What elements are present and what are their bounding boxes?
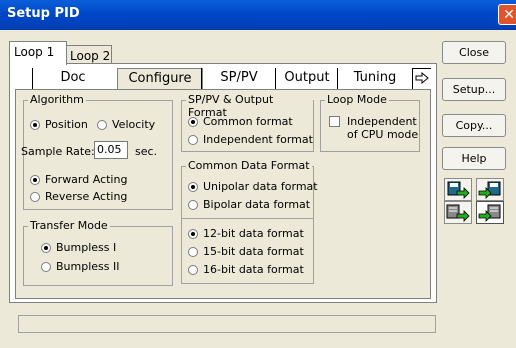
configure-panel: Algorithm Position Velocity Sample Rate:… bbox=[15, 89, 431, 299]
tab-output-label: Output bbox=[284, 70, 330, 85]
load-from-plc-button[interactable] bbox=[476, 201, 504, 224]
transfer-mode-group-title: Transfer Mode bbox=[28, 219, 110, 232]
radio-dot bbox=[188, 247, 198, 257]
tab-sppv-label: SP/PV bbox=[220, 70, 258, 85]
setup-pid-window: Setup PID ✕ Loop 1 Loop 2 Doc Configure … bbox=[0, 0, 516, 348]
algorithm-velocity-radio[interactable]: Velocity bbox=[97, 118, 155, 131]
radio-dot bbox=[30, 175, 40, 185]
common-format-radio[interactable]: Common format bbox=[188, 115, 293, 128]
common-data-format-group: Common Data Format Unipolar data format … bbox=[181, 159, 318, 284]
radio-dot bbox=[188, 135, 198, 145]
right-arrow-icon bbox=[415, 71, 429, 85]
sppv-output-format-group: SP/PV & Output Format Common format Inde… bbox=[181, 93, 314, 152]
algorithm-position-radio[interactable]: Position bbox=[30, 118, 88, 131]
transfer-mode-group: Transfer Mode Bumpless I Bumpless II bbox=[23, 219, 173, 286]
sample-rate-unit: sec. bbox=[135, 145, 158, 158]
tab-loop-1-label: Loop 1 bbox=[14, 45, 55, 59]
bit16-radio[interactable]: 16-bit data format bbox=[188, 263, 304, 276]
window-close-button[interactable]: ✕ bbox=[498, 4, 516, 25]
load-from-disk-icon bbox=[478, 181, 501, 199]
window-title: Setup PID bbox=[7, 6, 80, 21]
tab-configure-label: Configure bbox=[128, 71, 192, 86]
copy-button[interactable]: Copy... bbox=[442, 114, 506, 137]
bumpless-1-radio[interactable]: Bumpless I bbox=[41, 241, 116, 254]
radio-dot bbox=[30, 120, 40, 130]
tab-loop-1[interactable]: Loop 1 bbox=[9, 41, 67, 65]
algorithm-position-label: Position bbox=[45, 118, 88, 131]
tab-loop-2[interactable]: Loop 2 bbox=[66, 45, 112, 65]
help-button[interactable]: Help bbox=[442, 147, 506, 170]
save-to-plc-icon bbox=[446, 204, 470, 222]
algorithm-group: Algorithm Position Velocity Sample Rate:… bbox=[21, 93, 173, 210]
radio-dot bbox=[188, 200, 198, 210]
save-to-disk-button[interactable] bbox=[444, 178, 472, 201]
tab-loop-2-label: Loop 2 bbox=[70, 49, 111, 63]
bit12-radio[interactable]: 12-bit data format bbox=[188, 227, 304, 240]
radio-dot bbox=[97, 120, 107, 130]
independent-cpu-mode-label-2: of CPU mode bbox=[347, 128, 419, 141]
bumpless-2-radio[interactable]: Bumpless II bbox=[41, 260, 120, 273]
tab-tuning-label: Tuning bbox=[353, 70, 397, 85]
independent-cpu-mode-label-1: Independent bbox=[347, 115, 417, 128]
checkbox-box bbox=[329, 116, 340, 127]
bipolar-radio[interactable]: Bipolar data format bbox=[188, 198, 310, 211]
reverse-acting-label: Reverse Acting bbox=[45, 190, 128, 203]
common-data-format-title: Common Data Format bbox=[186, 159, 312, 172]
bit16-label: 16-bit data format bbox=[203, 263, 304, 276]
sample-rate-label: Sample Rate: bbox=[21, 145, 95, 158]
bumpless-1-label: Bumpless I bbox=[56, 241, 117, 254]
loop-mode-title: Loop Mode bbox=[325, 93, 389, 106]
bit15-radio[interactable]: 15-bit data format bbox=[188, 245, 304, 258]
independent-cpu-mode-checkbox[interactable]: Independent of CPU mode bbox=[329, 115, 419, 145]
save-to-plc-button[interactable] bbox=[444, 201, 472, 224]
unipolar-radio[interactable]: Unipolar data format bbox=[188, 180, 318, 193]
radio-dot bbox=[188, 229, 198, 239]
tab-tuning[interactable]: Tuning bbox=[337, 68, 412, 89]
load-from-plc-icon bbox=[478, 204, 501, 222]
radio-dot bbox=[41, 262, 51, 272]
unipolar-label: Unipolar data format bbox=[203, 180, 318, 193]
setup-button[interactable]: Setup... bbox=[442, 78, 506, 101]
bit15-label: 15-bit data format bbox=[203, 245, 304, 258]
forward-acting-radio[interactable]: Forward Acting bbox=[30, 173, 127, 186]
tab-doc[interactable]: Doc bbox=[32, 68, 113, 89]
algorithm-group-title: Algorithm bbox=[28, 93, 86, 106]
format-divider bbox=[182, 218, 313, 219]
forward-acting-label: Forward Acting bbox=[45, 173, 128, 186]
radio-dot bbox=[188, 182, 198, 192]
tab-output[interactable]: Output bbox=[275, 68, 338, 89]
bit12-label: 12-bit data format bbox=[203, 227, 304, 240]
title-bar: Setup PID ✕ bbox=[0, 0, 516, 30]
radio-dot bbox=[188, 265, 198, 275]
bumpless-2-label: Bumpless II bbox=[56, 260, 120, 273]
radio-dot bbox=[41, 243, 51, 253]
common-format-label: Common format bbox=[203, 115, 293, 128]
reverse-acting-radio[interactable]: Reverse Acting bbox=[30, 190, 127, 203]
radio-dot bbox=[188, 117, 198, 127]
algorithm-velocity-label: Velocity bbox=[112, 118, 156, 131]
tab-scroll-right-button[interactable] bbox=[412, 68, 431, 90]
load-from-disk-button[interactable] bbox=[476, 178, 504, 201]
tab-configure[interactable]: Configure bbox=[117, 68, 203, 91]
save-to-disk-icon bbox=[447, 181, 470, 199]
loop-mode-group: Loop Mode Independent of CPU mode bbox=[320, 93, 420, 152]
close-button[interactable]: Close bbox=[442, 41, 506, 64]
independent-format-label: Independent format bbox=[203, 133, 313, 146]
bipolar-label: Bipolar data format bbox=[203, 198, 311, 211]
tab-doc-label: Doc bbox=[60, 70, 86, 85]
independent-format-radio[interactable]: Independent format bbox=[188, 133, 313, 146]
config-tabstrip: Doc Configure SP/PV Output Tuning bbox=[15, 68, 431, 91]
tab-sppv[interactable]: SP/PV bbox=[201, 68, 276, 89]
status-bar bbox=[18, 315, 436, 333]
sample-rate-input[interactable]: 0.05 bbox=[94, 141, 128, 159]
radio-dot bbox=[30, 192, 40, 202]
